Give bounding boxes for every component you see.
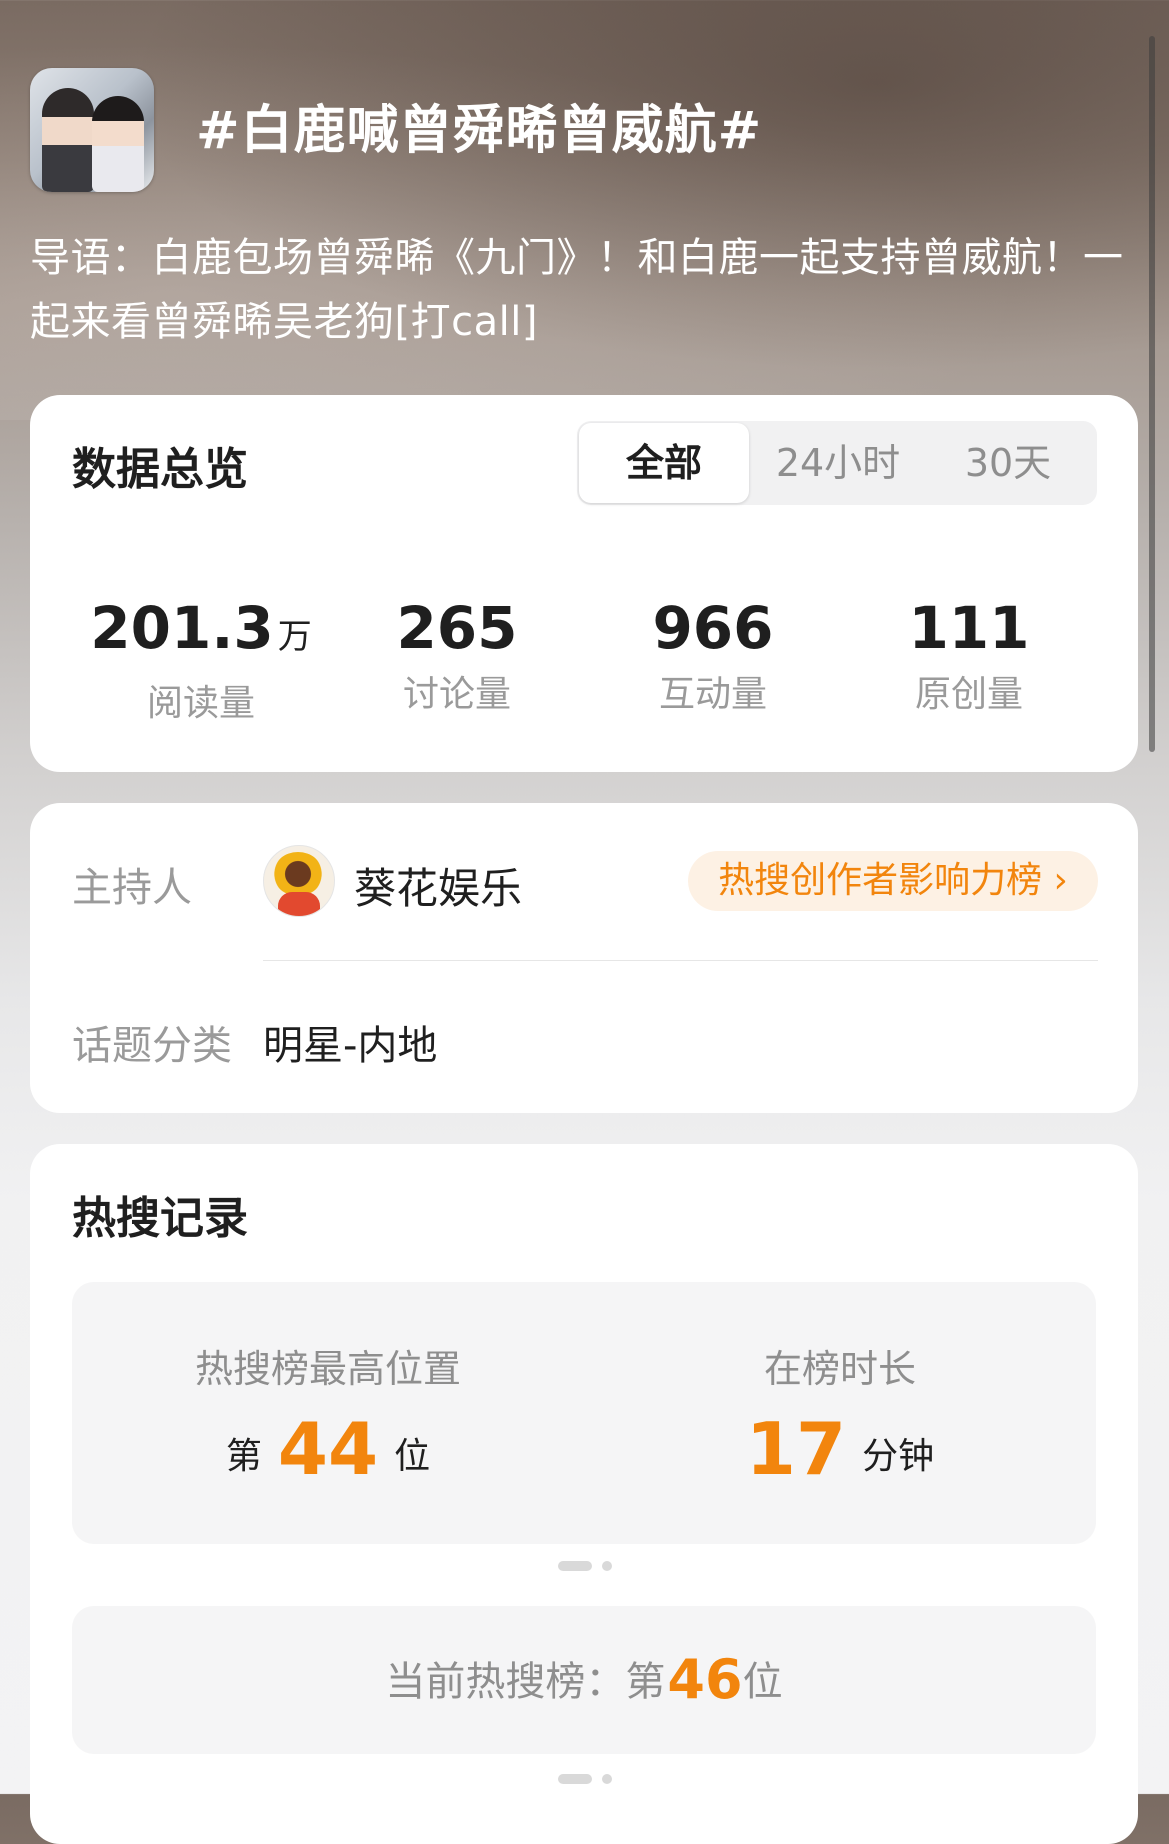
stat-interactions: 966 互动量	[585, 595, 841, 717]
header-background	[0, 0, 1169, 420]
time-range-tabs: 全部 24小时 30天	[577, 421, 1097, 505]
on-list-duration: 在榜时长 17 分钟	[584, 1282, 1096, 1491]
divider	[263, 960, 1098, 961]
page-indicator-dot	[602, 1774, 612, 1784]
category-label: 话题分类	[72, 1023, 232, 1069]
host-name[interactable]: 葵花娱乐	[354, 855, 522, 916]
tab-all[interactable]: 全部	[579, 423, 749, 503]
peak-position-label: 热搜榜最高位置	[194, 1347, 461, 1391]
records-summary-panel[interactable]: 热搜榜最高位置 第 44 位 在榜时长 17 分钟	[72, 1282, 1096, 1544]
data-overview-card: 数据总览 全部 24小时 30天 201.3 万 阅读量 265 讨论量 966 …	[30, 395, 1138, 772]
topic-title: #白鹿喊曾舜晞曾威航#	[196, 101, 763, 161]
creator-influence-rank-link[interactable]: 热搜创作者影响力榜 ›	[688, 851, 1098, 911]
peak-position-value: 第 44 位	[225, 1407, 431, 1491]
host-avatar[interactable]	[263, 845, 335, 917]
stat-originals-label: 原创量	[914, 674, 1023, 715]
stat-discussions-label: 讨论量	[402, 674, 511, 715]
page-indicator-active	[558, 1561, 592, 1571]
records-title: 热搜记录	[72, 1193, 248, 1244]
stat-reads-value: 201.3 万	[90, 594, 312, 662]
stat-discussions: 265 讨论量	[329, 595, 585, 717]
tab-24h[interactable]: 24小时	[753, 421, 923, 505]
hot-search-records-card: 热搜记录 热搜榜最高位置 第 44 位 在榜时长 17 分钟 当前热搜榜：第46位	[30, 1144, 1138, 1844]
stat-reads-label: 阅读量	[146, 683, 255, 724]
current-rank-panel[interactable]: 当前热搜榜：第46位	[72, 1606, 1096, 1754]
current-rank: 当前热搜榜：第46位	[385, 1648, 783, 1711]
tab-30d[interactable]: 30天	[923, 421, 1093, 505]
stat-interactions-value: 966	[652, 594, 774, 662]
stat-originals: 111 原创量	[841, 595, 1097, 717]
page-indicator-active	[558, 1774, 592, 1784]
stat-discussions-value: 265	[396, 594, 518, 662]
stat-reads: 201.3 万 阅读量	[73, 595, 329, 726]
category-value: 明星-内地	[263, 1023, 438, 1069]
stat-interactions-label: 互动量	[658, 674, 767, 715]
host-avatar-body	[278, 892, 320, 916]
page-indicator-dot	[602, 1561, 612, 1571]
topic-avatar-image	[30, 68, 154, 192]
overview-title: 数据总览	[72, 444, 248, 495]
stat-originals-value: 111	[908, 594, 1030, 662]
host-label: 主持人	[72, 865, 192, 911]
sunflower-icon	[273, 852, 323, 896]
duration-value: 17 分钟	[745, 1407, 935, 1491]
scrollbar[interactable]	[1149, 36, 1155, 752]
peak-position: 热搜榜最高位置 第 44 位	[72, 1282, 584, 1491]
avatar-figure-left	[42, 88, 94, 192]
topic-header: #白鹿喊曾舜晞曾威航#	[30, 68, 1130, 194]
topic-intro: 导语：白鹿包场曾舜晞《九门》！和白鹿一起支持曾威航！一起来看曾舜晞吴老狗[打ca…	[30, 235, 1124, 345]
duration-label: 在榜时长	[763, 1347, 916, 1391]
host-info-card: 主持人 葵花娱乐 热搜创作者影响力榜 › 话题分类 明星-内地	[30, 803, 1138, 1113]
avatar-figure-right	[92, 96, 144, 192]
